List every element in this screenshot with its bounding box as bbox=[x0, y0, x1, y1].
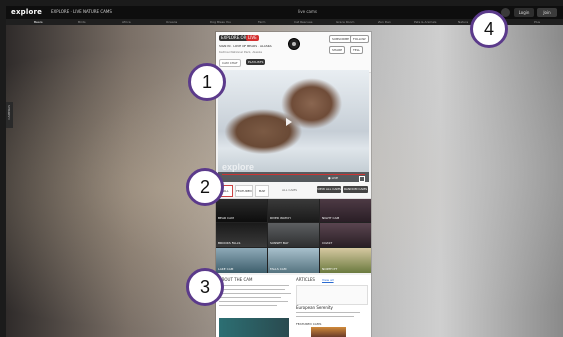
thumbnail-label: FALLS CAM bbox=[270, 267, 287, 271]
articles-title: ARTICLES bbox=[296, 277, 315, 282]
callout-4-label: 4 bbox=[483, 19, 494, 39]
browser-screen: explore EXPLORE · LIVE NATURE CAMS live … bbox=[6, 6, 563, 337]
callout-3: 3 bbox=[186, 268, 224, 306]
cameras-side-tab[interactable]: CAMERAS bbox=[6, 102, 13, 128]
cam-thumbnail-grid: BEAR CAM RIVER WATCH NIGHT CAM BROOKS FA… bbox=[216, 199, 371, 273]
text-line bbox=[219, 289, 285, 290]
text-line bbox=[296, 312, 360, 313]
articles-view-all-link[interactable]: View all bbox=[322, 278, 334, 282]
nav-item-birds[interactable]: Birds bbox=[78, 19, 86, 25]
about-image[interactable] bbox=[219, 318, 289, 337]
nav-item-farm[interactable]: Farm bbox=[258, 19, 265, 25]
thumbnail-card[interactable]: FALLS CAM bbox=[268, 248, 319, 273]
thumbnail-label: NORTH PT bbox=[322, 267, 338, 271]
info-panels: ABOUT THE CAM ARTICLES View all European… bbox=[216, 275, 371, 337]
tab-map-label: MAP bbox=[258, 189, 266, 193]
thumbnail-label: RIVER WATCH bbox=[270, 216, 291, 220]
article-card[interactable] bbox=[296, 285, 368, 305]
window-title: live cams bbox=[298, 9, 317, 14]
tell-button[interactable]: TELL bbox=[350, 46, 364, 54]
text-line bbox=[219, 305, 277, 306]
logo[interactable]: explore bbox=[11, 8, 42, 16]
play-icon[interactable] bbox=[286, 118, 292, 126]
main-content-column: EXPLORE.ORG LIVE SIGN IN · LOVE OF BEARS… bbox=[216, 32, 371, 337]
camera-icon[interactable] bbox=[288, 38, 300, 50]
featured-cam-image[interactable] bbox=[311, 327, 346, 337]
thumbnail-card[interactable]: COAST bbox=[320, 223, 371, 247]
live-status: ● LIVE bbox=[328, 176, 339, 180]
nav-item-cat-rescues[interactable]: Cat Rescues bbox=[294, 19, 312, 25]
subscribe-button[interactable]: SUBSCRIBE bbox=[329, 35, 353, 43]
thumbnail-label: COAST bbox=[322, 241, 333, 245]
follow-button[interactable]: FOLLOW bbox=[350, 35, 369, 43]
about-title: ABOUT THE CAM bbox=[219, 277, 253, 282]
featured-cams-title: FEATURED CAMS bbox=[296, 322, 322, 326]
nav-item-dog-bless-you[interactable]: Dog Bless You bbox=[210, 19, 231, 25]
cam-tabs: ALL CAMS FEATURED MAP ALL CAMS VIEW ALL … bbox=[216, 182, 371, 203]
callout-2-label: 2 bbox=[199, 177, 210, 197]
tagline: EXPLORE · LIVE NATURE CAMS bbox=[51, 9, 112, 14]
view-all-cams-button[interactable]: VIEW ALL CAMS bbox=[317, 186, 341, 193]
thumbnail-label: BROOKS FALLS bbox=[218, 241, 241, 245]
thumbnail-card[interactable]: BROOKS FALLS bbox=[216, 223, 267, 247]
thumbnail-card[interactable]: RIVER WATCH bbox=[268, 199, 319, 222]
nav-item-africa[interactable]: Africa bbox=[122, 19, 131, 25]
live-badge: LIVE bbox=[246, 35, 259, 41]
screenshot-frame: explore EXPLORE · LIVE NATURE CAMS live … bbox=[0, 0, 563, 337]
tabs-center-text: ALL CAMS bbox=[282, 188, 297, 192]
nav-item-pets-animals[interactable]: Pets & Animals bbox=[414, 19, 436, 25]
thumbnail-card[interactable]: NORTH PT bbox=[320, 248, 371, 273]
thumbnail-label: NIGHT CAM bbox=[322, 216, 340, 220]
nav-item-nature[interactable]: Nature bbox=[458, 19, 468, 25]
thumbnail-card[interactable]: NIGHT CAM bbox=[320, 199, 371, 222]
nav-item-zen-den[interactable]: Zen Den bbox=[378, 19, 391, 25]
join-button[interactable]: Join bbox=[537, 8, 557, 17]
thumbnail-card[interactable]: LAKE CAM bbox=[216, 248, 267, 273]
tab-featured-label: FEATURED bbox=[236, 189, 252, 193]
callout-1-label: 1 bbox=[201, 72, 212, 92]
cam-chat-button[interactable]: CAM CHAT bbox=[219, 59, 241, 67]
nav-item-bears[interactable]: Bears bbox=[34, 19, 43, 25]
random-cams-button[interactable]: RANDOM CAMS bbox=[343, 186, 368, 193]
nav-item-grace-room[interactable]: Grace Room bbox=[336, 19, 354, 25]
text-line bbox=[296, 316, 354, 317]
tab-featured[interactable]: FEATURED bbox=[235, 185, 253, 197]
callout-1: 1 bbox=[188, 63, 226, 101]
text-line bbox=[219, 301, 288, 302]
playlists-button[interactable]: PLAYLISTS bbox=[246, 59, 266, 65]
nav-item-oceans[interactable]: Oceans bbox=[166, 19, 177, 25]
thumbnail-card[interactable]: BEAR CAM bbox=[216, 199, 267, 222]
callout-3-label: 3 bbox=[199, 277, 210, 297]
cam-title: SIGN IN · LOVE OF BEARS · ALASKA bbox=[219, 44, 272, 48]
nav-item-plus[interactable]: Plus bbox=[534, 19, 540, 25]
login-button[interactable]: Login bbox=[514, 8, 534, 17]
thumbnail-card[interactable]: SUNSET BAY bbox=[268, 223, 319, 247]
cameras-side-tab-label: CAMERAS bbox=[7, 105, 11, 120]
callout-4: 4 bbox=[470, 10, 508, 48]
tab-map[interactable]: MAP bbox=[255, 185, 269, 197]
thumbnail-label: BEAR CAM bbox=[218, 216, 234, 220]
text-line bbox=[219, 297, 281, 298]
thumbnail-label: SUNSET BAY bbox=[270, 241, 289, 245]
progress-bar[interactable] bbox=[222, 174, 365, 175]
video-header: EXPLORE.ORG LIVE SIGN IN · LOVE OF BEARS… bbox=[216, 32, 371, 73]
callout-2: 2 bbox=[186, 168, 224, 206]
video-controls[interactable]: ● LIVE bbox=[218, 172, 369, 182]
video-watermark: explore bbox=[222, 162, 255, 172]
text-line bbox=[219, 293, 291, 294]
text-line bbox=[219, 285, 289, 286]
thumbnail-label: LAKE CAM bbox=[218, 267, 234, 271]
article-title: European Serenity bbox=[296, 305, 333, 310]
cam-subtitle: Katmai National Park, Alaska bbox=[219, 50, 263, 54]
share-button[interactable]: SHARE bbox=[329, 46, 346, 54]
live-video-player[interactable]: explore ● LIVE bbox=[218, 70, 369, 182]
